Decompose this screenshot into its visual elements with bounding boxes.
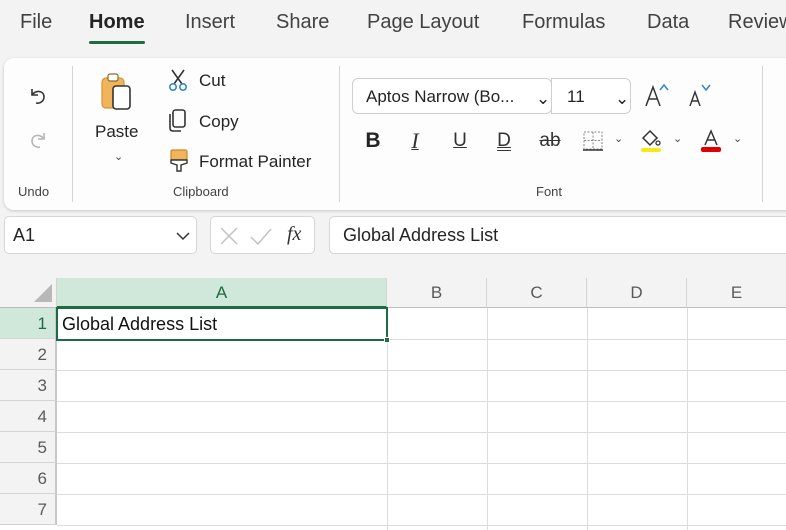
font-color-dropdown-chevron-icon[interactable]: ⌄: [733, 132, 742, 145]
row-gridline: [57, 401, 786, 402]
font-group-label: Font: [536, 184, 563, 199]
row-header-6[interactable]: 6: [0, 463, 57, 494]
format-painter-label: Format Painter: [199, 152, 312, 171]
borders-dropdown-chevron-icon[interactable]: ⌄: [614, 132, 623, 145]
row-header-2[interactable]: 2: [0, 339, 57, 370]
chevron-down-icon: ⌄: [536, 89, 551, 108]
paste-dropdown-chevron-icon[interactable]: ⌄: [114, 150, 123, 163]
formula-input[interactable]: Global Address List: [329, 216, 786, 254]
column-header-a[interactable]: A: [57, 278, 387, 308]
increase-font-size-icon: [645, 83, 669, 107]
fill-color-button[interactable]: [638, 126, 664, 156]
row-gridline: [57, 463, 786, 464]
column-header-d[interactable]: D: [587, 278, 687, 308]
increase-font-size-button[interactable]: [642, 80, 672, 110]
underline-button[interactable]: U: [447, 126, 473, 156]
scissors-icon: [168, 69, 188, 92]
row-gridline: [57, 494, 786, 495]
row-header-7[interactable]: 7: [0, 494, 57, 525]
undo-group-label: Undo: [18, 184, 50, 199]
format-painter-icon: [170, 149, 188, 172]
row-header-3[interactable]: 3: [0, 370, 57, 401]
redo-icon: [31, 133, 45, 148]
copy-button[interactable]: Copy: [164, 107, 264, 137]
paste-label: Paste: [95, 122, 139, 141]
column-gridline: [587, 308, 588, 530]
decrease-font-size-button[interactable]: [685, 80, 715, 110]
ribbon-tabs: File Home Insert Share Page Layout Formu…: [0, 0, 786, 50]
fill-color-icon: [641, 129, 661, 152]
select-all-button[interactable]: [0, 278, 57, 308]
column-header-b[interactable]: B: [387, 278, 487, 308]
fill-handle[interactable]: [384, 337, 390, 343]
group-separator: [72, 66, 73, 202]
formula-buttons: fx: [210, 216, 315, 254]
copy-label: Copy: [199, 112, 239, 131]
formula-input-value: Global Address List: [343, 225, 499, 245]
tab-share[interactable]: Share: [276, 11, 329, 34]
undo-button[interactable]: [24, 82, 52, 110]
row-header-5[interactable]: 5: [0, 432, 57, 463]
enter-checkmark-icon[interactable]: [249, 226, 273, 246]
borders-icon: [583, 131, 603, 151]
strikethrough-button[interactable]: ab: [535, 126, 565, 156]
undo-icon: [31, 89, 45, 104]
cancel-icon[interactable]: [219, 226, 239, 246]
borders-button[interactable]: [580, 127, 606, 155]
paste-button[interactable]: Paste ⌄: [88, 68, 148, 178]
row-gridline: [57, 432, 786, 433]
font-color-icon: [701, 129, 721, 152]
tab-page-layout[interactable]: Page Layout: [367, 11, 479, 34]
row-header-1[interactable]: 1: [0, 308, 57, 339]
decrease-font-size-icon: [689, 84, 711, 107]
font-size-value: 11: [567, 87, 585, 106]
tab-formulas[interactable]: Formulas: [522, 11, 605, 34]
name-box-value: A1: [13, 225, 36, 245]
ribbon-panel: Undo Paste ⌄ Cut Copy Format Painter Cli…: [4, 58, 786, 210]
name-box[interactable]: A1: [4, 216, 197, 254]
row-gridline: [57, 370, 786, 371]
cell-a1[interactable]: Global Address List: [56, 307, 390, 343]
font-color-button[interactable]: [698, 126, 724, 156]
copy-icon: [169, 109, 186, 132]
row-header-4[interactable]: 4: [0, 401, 57, 432]
group-separator: [339, 66, 340, 202]
chevron-down-icon: ⌄: [615, 89, 630, 108]
insert-function-button[interactable]: fx: [287, 223, 301, 246]
select-all-triangle-icon: [34, 284, 52, 302]
font-size-dropdown[interactable]: 11 ⌄: [551, 78, 631, 114]
tab-file[interactable]: File: [20, 11, 52, 34]
column-gridline: [487, 308, 488, 530]
chevron-down-icon: [176, 232, 190, 241]
font-name-value: Aptos Narrow (Bo...: [366, 87, 515, 106]
paste-icon: [101, 73, 131, 110]
spreadsheet-grid: A B C D E 1 2 3 4 5 6 7 Global Address L…: [0, 278, 786, 530]
column-header-c[interactable]: C: [487, 278, 587, 308]
row-gridline: [57, 525, 786, 526]
redo-button[interactable]: [24, 126, 52, 154]
tab-review[interactable]: Review: [728, 11, 786, 34]
cut-label: Cut: [199, 71, 226, 90]
font-name-dropdown[interactable]: Aptos Narrow (Bo... ⌄: [352, 78, 552, 114]
clipboard-group-label: Clipboard: [173, 184, 229, 199]
tab-home[interactable]: Home: [89, 11, 145, 44]
tab-insert[interactable]: Insert: [185, 11, 235, 34]
bold-button[interactable]: B: [360, 126, 386, 156]
column-gridline: [687, 308, 688, 530]
column-header-e[interactable]: E: [687, 278, 786, 308]
cut-button[interactable]: Cut: [164, 66, 264, 96]
italic-button[interactable]: I: [402, 126, 428, 156]
group-separator: [762, 66, 763, 202]
format-painter-button[interactable]: Format Painter: [164, 147, 334, 177]
fill-color-dropdown-chevron-icon[interactable]: ⌄: [673, 132, 682, 145]
double-underline-button[interactable]: D: [491, 126, 517, 156]
cell-a1-value: Global Address List: [62, 314, 218, 334]
tab-data[interactable]: Data: [647, 11, 689, 34]
